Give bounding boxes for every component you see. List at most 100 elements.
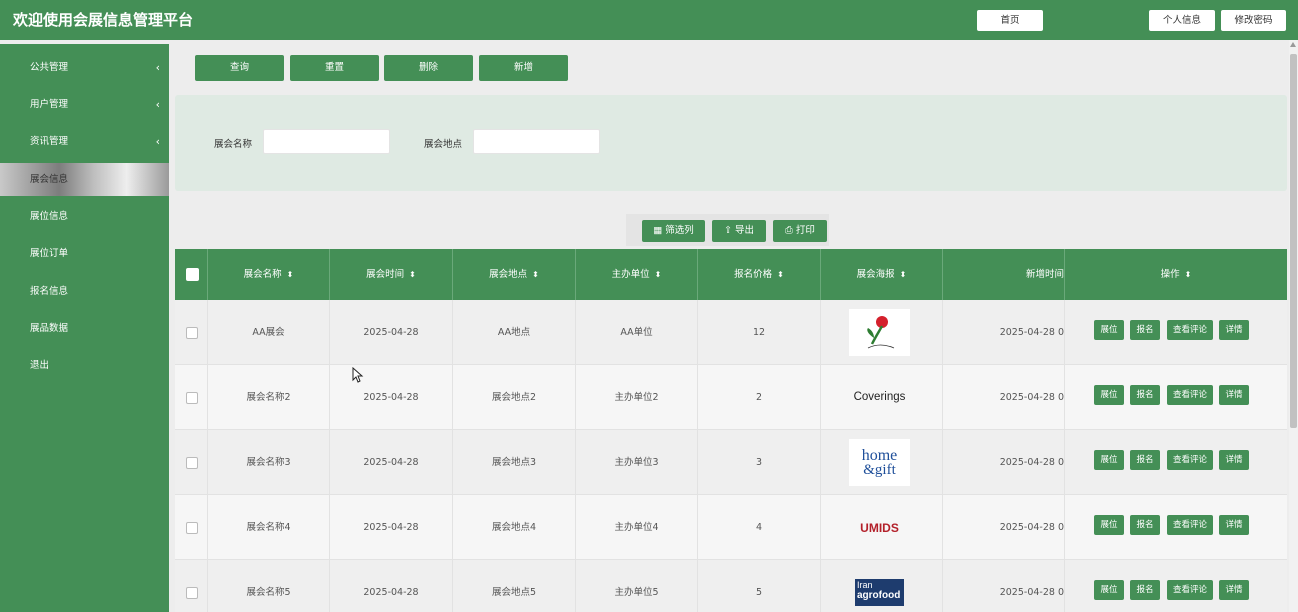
sidebar-item-news[interactable]: 资讯管理 ‹ [0, 125, 169, 158]
cell-name: 展会名称4 [208, 495, 330, 560]
row-checkbox[interactable] [186, 392, 198, 404]
cell-added-time: 2025-04-28 0 [943, 430, 1065, 495]
cell-date: 2025-04-28 [330, 495, 453, 560]
cell-price: 3 [698, 430, 821, 495]
signup-button[interactable]: 报名 [1130, 580, 1160, 600]
chevron-left-icon: ‹ [155, 98, 160, 111]
sidebar-item-label: 展位信息 [30, 211, 69, 222]
cell-location: 展会地点3 [453, 430, 576, 495]
column-header-name[interactable]: 展会名称 ⬍ [208, 249, 330, 300]
home-button[interactable]: 首页 [977, 10, 1043, 31]
cell-organizer: 主办单位3 [576, 430, 698, 495]
query-button[interactable]: 查询 [195, 55, 284, 81]
export-icon: ⇪ [723, 225, 732, 236]
header-select-cell [175, 249, 208, 300]
print-icon: ⎙ [785, 225, 793, 236]
sort-icon: ⬍ [286, 270, 294, 279]
exhibition-name-input[interactable] [263, 129, 390, 154]
sidebar-item-label: 展会信息 [30, 174, 69, 185]
signup-button[interactable]: 报名 [1130, 515, 1160, 535]
booth-button[interactable]: 展位 [1094, 515, 1124, 535]
poster-image[interactable]: Coverings [849, 374, 910, 421]
view-comments-button[interactable]: 查看评论 [1167, 385, 1213, 405]
poster-image[interactable] [849, 309, 910, 356]
sidebar-item-label: 公共管理 [30, 62, 69, 73]
sidebar-item-signups[interactable]: 报名信息 [0, 275, 169, 308]
row-select-cell [175, 365, 208, 430]
scroll-up-arrow-icon[interactable] [1290, 42, 1296, 47]
column-header-actions[interactable]: 操作 ⬍ [1065, 249, 1287, 300]
cell-name: AA展会 [208, 300, 330, 365]
cell-organizer: 主办单位2 [576, 365, 698, 430]
signup-button[interactable]: 报名 [1130, 385, 1160, 405]
row-checkbox[interactable] [186, 457, 198, 469]
view-comments-button[interactable]: 查看评论 [1167, 450, 1213, 470]
view-comments-button[interactable]: 查看评论 [1167, 320, 1213, 340]
booth-button[interactable]: 展位 [1094, 385, 1124, 405]
signup-button[interactable]: 报名 [1130, 450, 1160, 470]
poster-umids-text: UMIDS [860, 520, 899, 535]
add-button[interactable]: 新增 [479, 55, 568, 81]
cell-poster: UMIDS [821, 495, 943, 560]
view-comments-button[interactable]: 查看评论 [1167, 580, 1213, 600]
row-select-cell [175, 495, 208, 560]
profile-button[interactable]: 个人信息 [1149, 10, 1215, 31]
columns-icon: ▦ [653, 225, 663, 236]
row-checkbox[interactable] [186, 587, 198, 599]
column-header-poster[interactable]: 展会海报 ⬍ [821, 249, 943, 300]
detail-button[interactable]: 详情 [1219, 320, 1249, 340]
scrollbar-thumb[interactable] [1290, 54, 1297, 428]
cell-date: 2025-04-28 [330, 365, 453, 430]
cell-price: 5 [698, 560, 821, 612]
sidebar-item-exhibitions[interactable]: 展会信息 [0, 163, 169, 196]
sidebar-item-public[interactable]: 公共管理 ‹ [0, 51, 169, 84]
cell-actions: 展位 报名 查看评论 详情 [1065, 430, 1287, 495]
booth-button[interactable]: 展位 [1094, 450, 1124, 470]
cell-poster: Iran agrofood [821, 560, 943, 612]
poster-image[interactable]: Iran agrofood [849, 569, 910, 612]
export-button[interactable]: ⇪ 导出 [712, 220, 766, 242]
sidebar-item-booth-orders[interactable]: 展位订单 [0, 237, 169, 270]
cell-name: 展会名称3 [208, 430, 330, 495]
row-select-cell [175, 430, 208, 495]
reset-button[interactable]: 重置 [290, 55, 379, 81]
sidebar: 公共管理 ‹ 用户管理 ‹ 资讯管理 ‹ 展会信息 展位信息 展位订单 报名信息… [0, 44, 169, 612]
column-header-added-time[interactable]: 新增时间 [943, 249, 1065, 300]
sort-icon: ⬍ [1184, 270, 1192, 279]
detail-button[interactable]: 详情 [1219, 450, 1249, 470]
poster-image[interactable]: home &gift [849, 439, 910, 486]
row-select-cell [175, 560, 208, 612]
column-header-price[interactable]: 报名价格 ⬍ [698, 249, 821, 300]
booth-button[interactable]: 展位 [1094, 580, 1124, 600]
filter-columns-button[interactable]: ▦ 筛选列 [642, 220, 705, 242]
sidebar-item-exhibits[interactable]: 展品数据 [0, 312, 169, 345]
detail-button[interactable]: 详情 [1219, 515, 1249, 535]
signup-button[interactable]: 报名 [1130, 320, 1160, 340]
sidebar-item-booths[interactable]: 展位信息 [0, 200, 169, 233]
row-checkbox[interactable] [186, 327, 198, 339]
cell-price: 2 [698, 365, 821, 430]
chevron-left-icon: ‹ [155, 61, 160, 74]
delete-button[interactable]: 删除 [384, 55, 473, 81]
column-header-date[interactable]: 展会时间 ⬍ [330, 249, 453, 300]
cell-price: 4 [698, 495, 821, 560]
sort-icon: ⬍ [777, 270, 784, 279]
booth-button[interactable]: 展位 [1094, 320, 1124, 340]
row-checkbox[interactable] [186, 522, 198, 534]
poster-image[interactable]: UMIDS [849, 504, 910, 551]
sidebar-item-users[interactable]: 用户管理 ‹ [0, 88, 169, 121]
change-password-button[interactable]: 修改密码 [1221, 10, 1286, 31]
exhibition-location-input[interactable] [473, 129, 600, 154]
vertical-scrollbar[interactable] [1289, 40, 1298, 612]
sidebar-item-label: 展品数据 [30, 323, 69, 334]
select-all-checkbox[interactable] [186, 268, 199, 281]
sidebar-item-logout[interactable]: 退出 [0, 349, 169, 382]
column-header-location[interactable]: 展会地点 ⬍ [453, 249, 576, 300]
print-button[interactable]: ⎙ 打印 [773, 220, 827, 242]
table-row: AA展会 2025-04-28 AA地点 AA单位 12 2025-04-28 … [175, 300, 1287, 365]
detail-button[interactable]: 详情 [1219, 385, 1249, 405]
view-comments-button[interactable]: 查看评论 [1167, 515, 1213, 535]
sidebar-item-label: 报名信息 [30, 286, 69, 297]
detail-button[interactable]: 详情 [1219, 580, 1249, 600]
column-header-organizer[interactable]: 主办单位 ⬍ [576, 249, 698, 300]
